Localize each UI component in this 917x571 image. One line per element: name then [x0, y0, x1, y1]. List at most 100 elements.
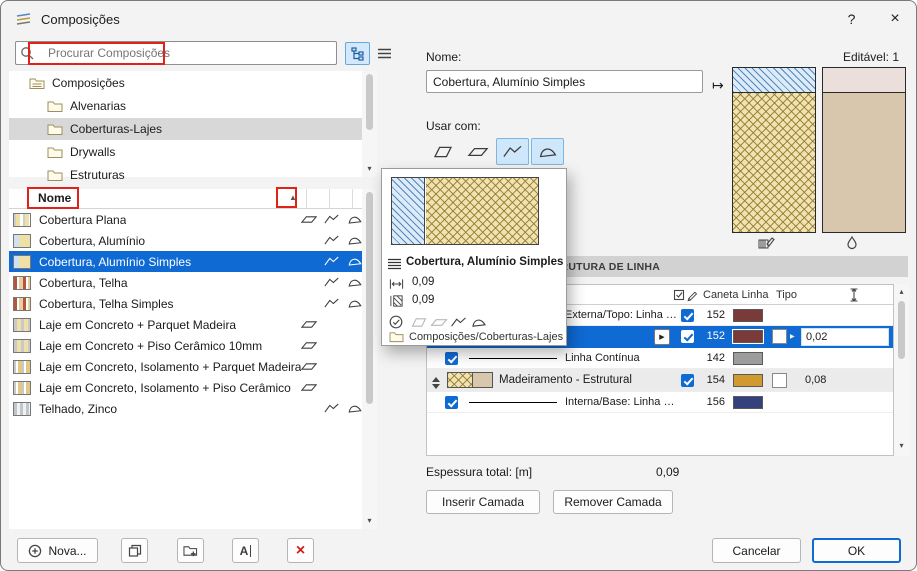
pen-color-swatch[interactable]: [733, 396, 763, 409]
tooltip-folder-path: Composições/Coberturas-Lajes: [409, 331, 563, 343]
use-with-roof-button[interactable]: [496, 138, 529, 165]
list-item[interactable]: Cobertura, Alumínio: [9, 230, 362, 251]
list-item[interactable]: Cobertura Plana: [9, 209, 362, 230]
expander-icon: ▶: [659, 333, 664, 341]
slab-icon: [301, 213, 317, 226]
list-item[interactable]: Cobertura, Telha Simples: [9, 293, 362, 314]
insert-skin-button[interactable]: Inserir Camada: [426, 490, 540, 514]
roof-icon: [502, 144, 524, 160]
name-input[interactable]: [426, 70, 703, 93]
shell-icon: [347, 213, 363, 226]
scroll-down-icon[interactable]: ▾: [896, 442, 907, 450]
sort-ascending-icon[interactable]: ▲: [289, 193, 297, 202]
pen-color-swatch[interactable]: [733, 352, 763, 365]
duplicate-button[interactable]: [121, 538, 148, 563]
search-input[interactable]: [15, 41, 337, 65]
tree-item-coberturas-lajes[interactable]: Coberturas-Lajes: [9, 118, 362, 140]
folder-icon: [47, 145, 63, 159]
reference-line-arrow-icon: ↦: [712, 77, 724, 94]
list-item[interactable]: Laje em Concreto + Parquet Madeira: [9, 314, 362, 335]
tree-item-alvenarias[interactable]: Alvenarias: [9, 95, 362, 117]
pen-column-header: Caneta Linha: [703, 289, 768, 301]
list-item[interactable]: Laje em Concreto + Piso Cerâmico 10mm: [9, 335, 362, 356]
slab-icon: [301, 318, 317, 331]
thickness-input[interactable]: [801, 328, 889, 346]
pen-color-swatch[interactable]: [733, 374, 763, 387]
list-item-selected[interactable]: Cobertura, Alumínio Simples: [9, 251, 362, 272]
cut-fill-pens-icon[interactable]: [758, 235, 775, 250]
scroll-down-icon[interactable]: ▾: [364, 165, 375, 173]
tree-scrollbar[interactable]: ▾: [362, 71, 377, 177]
tree-item-label: Alvenarias: [70, 99, 126, 113]
shell-icon: [470, 316, 488, 329]
new-button[interactable]: Nova...: [17, 538, 98, 563]
skin-fill-thumbnail[interactable]: [447, 372, 473, 388]
roof-icon: [324, 213, 340, 226]
skin-aluminio-cut: [733, 68, 815, 93]
skin-thickness-icon: [389, 294, 404, 308]
table-scrollbar-thumb[interactable]: [898, 301, 905, 359]
line-visibility-checkbox[interactable]: [445, 352, 458, 365]
name-column-header[interactable]: Nome: [38, 191, 71, 205]
editable-count: Editável: 1: [799, 50, 899, 64]
use-with-shell-button[interactable]: [531, 138, 564, 165]
list-item[interactable]: Laje em Concreto, Isolamento + Parquet M…: [9, 356, 362, 377]
roof-icon: [324, 234, 340, 247]
tree-scrollbar-thumb[interactable]: [366, 74, 373, 130]
list-item[interactable]: Laje em Concreto, Isolamento + Piso Cerâ…: [9, 377, 362, 398]
cancel-button[interactable]: Cancelar: [712, 538, 801, 563]
composite-thumbnail: [13, 318, 31, 332]
drag-handle-icon[interactable]: [432, 373, 440, 393]
ok-button[interactable]: OK: [812, 538, 901, 563]
tree-item-label: Estruturas: [70, 168, 125, 182]
total-thickness-value: 0,09: [656, 465, 679, 479]
rename-button[interactable]: A: [232, 538, 259, 563]
use-with-label: Usar com:: [426, 119, 481, 133]
line-visibility-checkbox[interactable]: [445, 396, 458, 409]
composite-tooltip: Cobertura, Alumínio Simples 0,09 0,09 Co…: [381, 168, 567, 346]
use-with-slab-button[interactable]: [461, 138, 494, 165]
tooltip-thickness-value: 0,09: [412, 294, 434, 306]
skin-surface-thumbnail[interactable]: [473, 372, 493, 388]
tree-item-label: Coberturas-Lajes: [70, 122, 162, 136]
table-scrollbar[interactable]: ▴ ▾: [894, 284, 909, 456]
use-with-wall-button[interactable]: [426, 138, 459, 165]
pen-color-swatch[interactable]: [733, 309, 763, 322]
list-view-toggle[interactable]: [372, 42, 397, 65]
composite-thumbnail: [13, 402, 31, 416]
line-type-button[interactable]: [772, 329, 787, 344]
folder-icon: [389, 330, 404, 343]
new-folder-button[interactable]: [177, 538, 204, 563]
list-scrollbar-thumb[interactable]: [366, 192, 373, 404]
roof-icon: [324, 297, 340, 310]
root-folder-icon: [29, 76, 45, 90]
help-button[interactable]: ?: [830, 2, 873, 36]
list-item[interactable]: Cobertura, Telha: [9, 272, 362, 293]
tree-item-drywalls[interactable]: Drywalls: [9, 141, 362, 163]
scroll-up-icon[interactable]: ▴: [896, 288, 907, 296]
checkbox-column-icon: [673, 289, 685, 301]
remove-skin-button[interactable]: Remover Camada: [553, 490, 673, 514]
list-scrollbar[interactable]: ▾: [362, 189, 377, 529]
pen-color-swatch[interactable]: [733, 330, 763, 343]
separator-line-row[interactable]: Interna/Base: Linha Contínua 156: [427, 392, 893, 413]
fill-type-button[interactable]: [772, 373, 787, 388]
close-button[interactable]: ×: [873, 2, 917, 36]
shell-icon: [347, 297, 363, 310]
scroll-down-icon[interactable]: ▾: [364, 517, 375, 525]
skin-thickness[interactable]: 0,08: [805, 369, 826, 392]
composite-thumbnail: [13, 339, 31, 353]
tree-view-toggle[interactable]: [345, 42, 370, 65]
delete-button[interactable]: ×: [287, 538, 314, 563]
type-expander-icon[interactable]: ▶: [790, 333, 795, 340]
tree-item-root[interactable]: Composições: [9, 72, 362, 94]
tree-item-estruturas[interactable]: Estruturas: [9, 164, 362, 186]
surfaces-icon[interactable]: [844, 235, 860, 251]
check-circle-icon: [389, 315, 403, 329]
skin-row[interactable]: Madeiramento - Estrutural 154 0,08: [427, 369, 893, 392]
skin-aluminio-surface: [823, 68, 905, 93]
list-header[interactable]: Nome ▲: [9, 189, 377, 209]
list-item[interactable]: Telhado, Zinco: [9, 398, 362, 419]
row-expander-button[interactable]: ▶: [654, 329, 670, 345]
separator-line-row[interactable]: Linha Contínua 142: [427, 348, 893, 369]
